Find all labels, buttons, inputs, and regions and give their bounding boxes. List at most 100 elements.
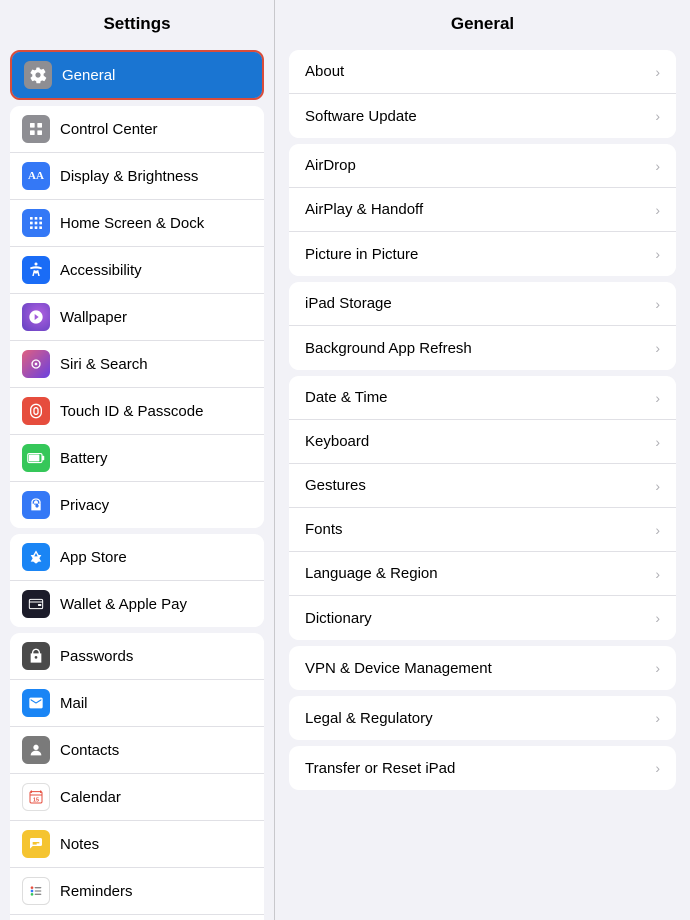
sidebar-item-label-home-screen: Home Screen & Dock [60, 215, 204, 232]
sidebar: Settings General Control Center AA Displ… [0, 0, 275, 920]
notes-icon [22, 830, 50, 858]
sidebar-item-home-screen[interactable]: Home Screen & Dock [10, 200, 264, 247]
vpn-chevron: › [655, 660, 660, 676]
settings-group-4: Date & Time › Keyboard › Gestures › Font… [289, 376, 676, 640]
sidebar-item-label-display: Display & Brightness [60, 168, 198, 185]
airdrop-label: AirDrop [305, 157, 356, 174]
wallet-icon [22, 590, 50, 618]
sidebar-item-voice-memos[interactable]: Voice Memos [10, 915, 264, 920]
control-center-icon [22, 115, 50, 143]
background-app-refresh-chevron: › [655, 340, 660, 356]
sidebar-item-label-control-center: Control Center [60, 121, 158, 138]
sidebar-group-apps1: App Store Wallet & Apple Pay [10, 534, 264, 627]
airplay-label: AirPlay & Handoff [305, 201, 423, 218]
sidebar-item-label-privacy: Privacy [60, 497, 109, 514]
siri-icon [22, 350, 50, 378]
sidebar-item-label-mail: Mail [60, 695, 88, 712]
software-update-label: Software Update [305, 108, 417, 125]
battery-icon [22, 444, 50, 472]
settings-row-software-update[interactable]: Software Update › [289, 94, 676, 138]
pip-chevron: › [655, 246, 660, 262]
settings-row-gestures[interactable]: Gestures › [289, 464, 676, 508]
sidebar-item-contacts[interactable]: Contacts [10, 727, 264, 774]
settings-row-ipad-storage[interactable]: iPad Storage › [289, 282, 676, 326]
main-panel: General About › Software Update › AirDro… [275, 0, 690, 920]
settings-row-background-app-refresh[interactable]: Background App Refresh › [289, 326, 676, 370]
vpn-label: VPN & Device Management [305, 660, 492, 677]
sidebar-item-display-brightness[interactable]: AA Display & Brightness [10, 153, 264, 200]
settings-group-5: VPN & Device Management › [289, 646, 676, 690]
sidebar-item-touchid[interactable]: Touch ID & Passcode [10, 388, 264, 435]
ipad-storage-chevron: › [655, 296, 660, 312]
settings-row-dictionary[interactable]: Dictionary › [289, 596, 676, 640]
main-header: General [275, 0, 690, 44]
calendar-icon: 15 [22, 783, 50, 811]
sidebar-item-label-touchid: Touch ID & Passcode [60, 403, 203, 420]
transfer-reset-chevron: › [655, 760, 660, 776]
transfer-reset-label: Transfer or Reset iPad [305, 760, 455, 777]
settings-row-legal[interactable]: Legal & Regulatory › [289, 696, 676, 740]
background-app-refresh-label: Background App Refresh [305, 340, 472, 357]
sidebar-item-calendar[interactable]: 15 Calendar [10, 774, 264, 821]
settings-row-keyboard[interactable]: Keyboard › [289, 420, 676, 464]
sidebar-item-mail[interactable]: Mail [10, 680, 264, 727]
sidebar-header: Settings [0, 0, 274, 44]
sidebar-item-privacy[interactable]: Privacy [10, 482, 264, 528]
sidebar-item-label-battery: Battery [60, 450, 108, 467]
software-update-chevron: › [655, 108, 660, 124]
settings-row-vpn[interactable]: VPN & Device Management › [289, 646, 676, 690]
about-label: About [305, 63, 344, 80]
settings-group-6: Legal & Regulatory › [289, 696, 676, 740]
ipad-storage-label: iPad Storage [305, 295, 392, 312]
sidebar-item-general[interactable]: General [12, 52, 262, 98]
passwords-icon [22, 642, 50, 670]
gestures-label: Gestures [305, 477, 366, 494]
sidebar-item-label-general: General [62, 67, 115, 84]
sidebar-group-general: General [10, 50, 264, 100]
svg-text:15: 15 [33, 798, 39, 804]
sidebar-item-battery[interactable]: Battery [10, 435, 264, 482]
settings-row-about[interactable]: About › [289, 50, 676, 94]
general-icon [24, 61, 52, 89]
airplay-chevron: › [655, 202, 660, 218]
sidebar-item-notes[interactable]: Notes [10, 821, 264, 868]
sidebar-item-label-siri: Siri & Search [60, 356, 148, 373]
appstore-icon [22, 543, 50, 571]
fonts-label: Fonts [305, 521, 343, 538]
sidebar-item-siri[interactable]: Siri & Search [10, 341, 264, 388]
sidebar-item-wallet[interactable]: Wallet & Apple Pay [10, 581, 264, 627]
sidebar-item-passwords[interactable]: Passwords [10, 633, 264, 680]
keyboard-label: Keyboard [305, 433, 369, 450]
about-chevron: › [655, 64, 660, 80]
mail-icon [22, 689, 50, 717]
sidebar-item-accessibility[interactable]: Accessibility [10, 247, 264, 294]
home-screen-icon [22, 209, 50, 237]
pip-label: Picture in Picture [305, 246, 418, 263]
keyboard-chevron: › [655, 434, 660, 450]
gestures-chevron: › [655, 478, 660, 494]
legal-label: Legal & Regulatory [305, 710, 433, 727]
settings-row-airplay[interactable]: AirPlay & Handoff › [289, 188, 676, 232]
sidebar-item-control-center[interactable]: Control Center [10, 106, 264, 153]
language-region-chevron: › [655, 566, 660, 582]
sidebar-item-label-reminders: Reminders [60, 883, 133, 900]
reminders-icon [22, 877, 50, 905]
sidebar-item-appstore[interactable]: App Store [10, 534, 264, 581]
date-time-chevron: › [655, 390, 660, 406]
settings-row-date-time[interactable]: Date & Time › [289, 376, 676, 420]
date-time-label: Date & Time [305, 389, 388, 406]
accessibility-icon [22, 256, 50, 284]
settings-group-1: About › Software Update › [289, 50, 676, 138]
sidebar-item-label-contacts: Contacts [60, 742, 119, 759]
sidebar-item-reminders[interactable]: Reminders [10, 868, 264, 915]
settings-row-transfer-reset[interactable]: Transfer or Reset iPad › [289, 746, 676, 790]
settings-row-language-region[interactable]: Language & Region › [289, 552, 676, 596]
settings-row-fonts[interactable]: Fonts › [289, 508, 676, 552]
dictionary-chevron: › [655, 610, 660, 626]
settings-group-2: AirDrop › AirPlay & Handoff › Picture in… [289, 144, 676, 276]
settings-row-airdrop[interactable]: AirDrop › [289, 144, 676, 188]
settings-row-picture-in-picture[interactable]: Picture in Picture › [289, 232, 676, 276]
display-icon: AA [22, 162, 50, 190]
sidebar-item-wallpaper[interactable]: Wallpaper [10, 294, 264, 341]
touchid-icon [22, 397, 50, 425]
